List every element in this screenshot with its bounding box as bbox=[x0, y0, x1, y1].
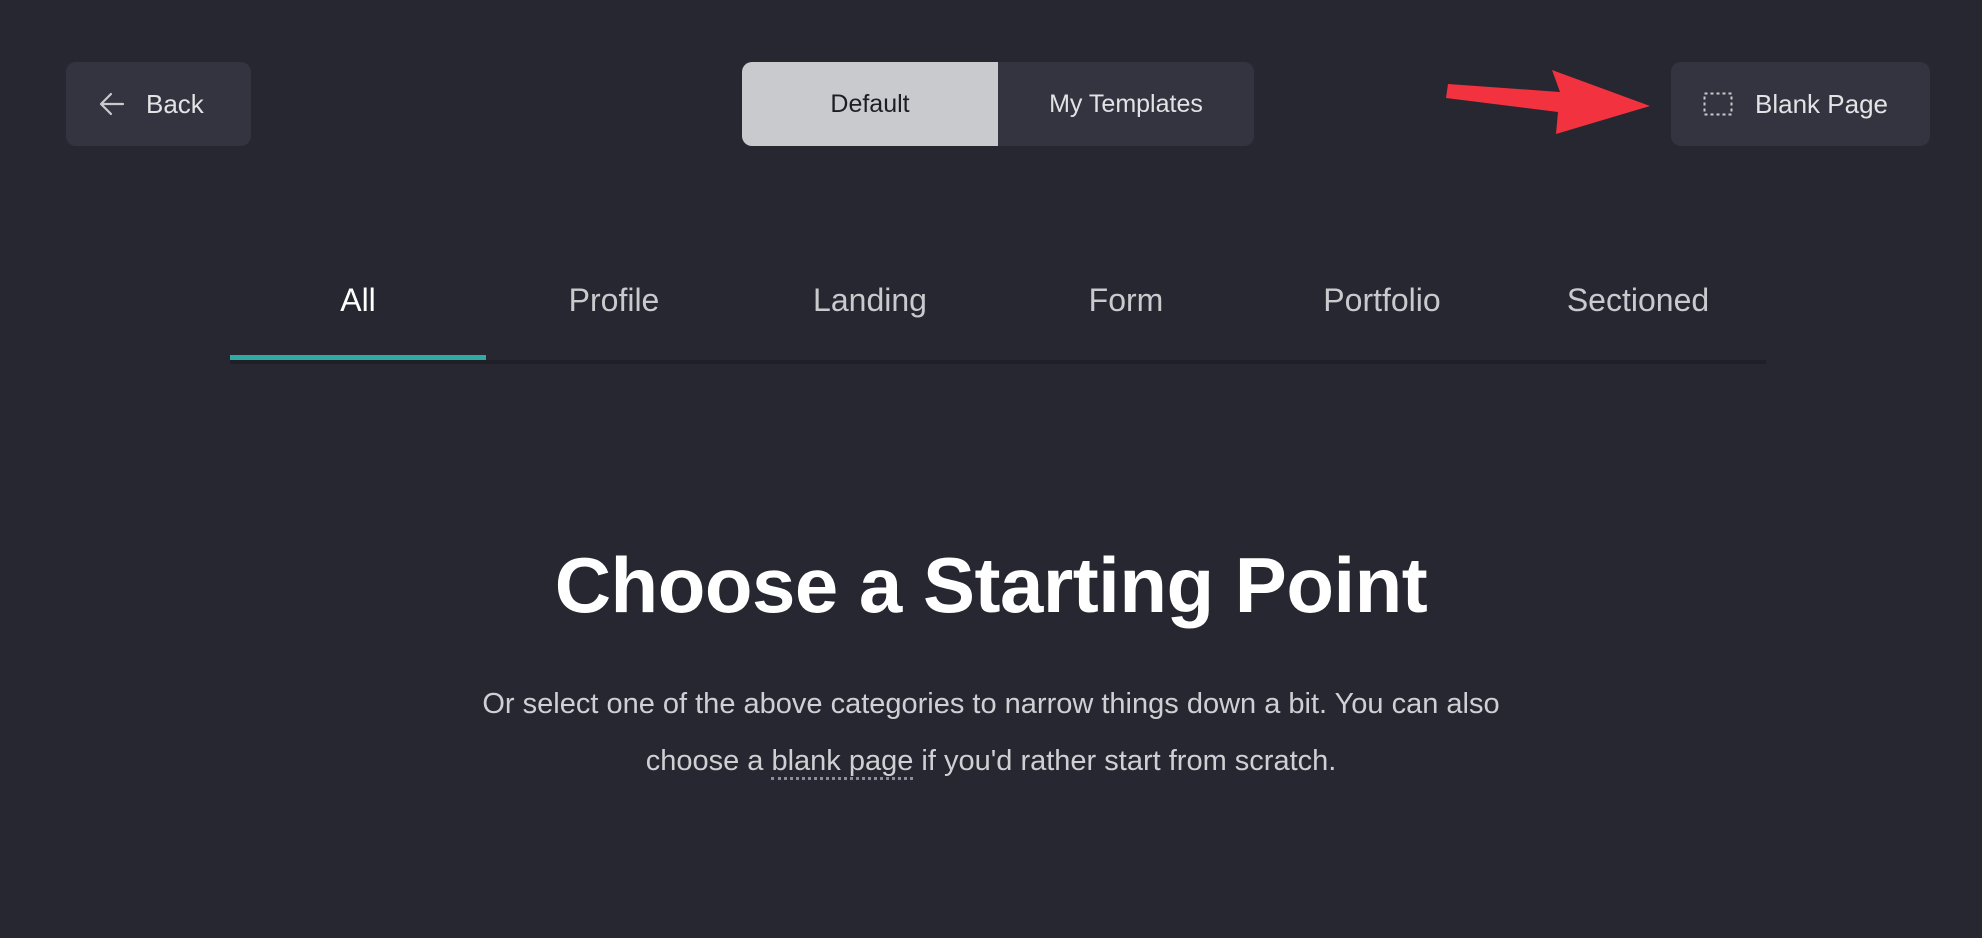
back-label: Back bbox=[146, 88, 204, 119]
category-tabs: All Profile Landing Form Portfolio Secti… bbox=[230, 262, 1766, 366]
tab-form-label: Form bbox=[1088, 282, 1164, 318]
active-tab-indicator bbox=[230, 355, 486, 360]
tab-profile-label: Profile bbox=[568, 282, 660, 318]
dashed-rectangle-icon bbox=[1703, 92, 1733, 116]
page-title: Choose a Starting Point bbox=[554, 541, 1428, 629]
blank-page-link[interactable]: blank page bbox=[771, 745, 914, 780]
segment-my-templates[interactable]: My Templates bbox=[998, 62, 1254, 146]
tab-all-label: All bbox=[340, 282, 376, 318]
tab-all[interactable]: All bbox=[230, 262, 486, 366]
template-source-toggle: Default My Templates bbox=[742, 62, 1254, 146]
blank-page-label: Blank Page bbox=[1755, 88, 1888, 119]
segment-my-templates-label: My Templates bbox=[1049, 89, 1203, 118]
tab-sectioned-label: Sectioned bbox=[1566, 282, 1710, 318]
tab-landing-label: Landing bbox=[813, 282, 927, 318]
segment-default-label: Default bbox=[830, 89, 910, 118]
back-button[interactable]: Back bbox=[66, 62, 251, 146]
red-arrow-annotation bbox=[1446, 70, 1650, 134]
tab-portfolio[interactable]: Portfolio bbox=[1254, 262, 1510, 366]
segment-default[interactable]: Default bbox=[742, 62, 998, 146]
blank-page-button[interactable]: Blank Page bbox=[1671, 62, 1930, 146]
arrow-left-icon bbox=[98, 90, 126, 118]
page-description: Or select one of the above categories to… bbox=[441, 676, 1541, 790]
tab-landing[interactable]: Landing bbox=[742, 262, 998, 366]
tab-form[interactable]: Form bbox=[998, 262, 1254, 366]
tab-sectioned[interactable]: Sectioned bbox=[1510, 262, 1766, 366]
tab-portfolio-label: Portfolio bbox=[1323, 282, 1441, 318]
description-text-after: if you'd rather start from scratch. bbox=[913, 745, 1337, 777]
tab-profile[interactable]: Profile bbox=[486, 262, 742, 366]
